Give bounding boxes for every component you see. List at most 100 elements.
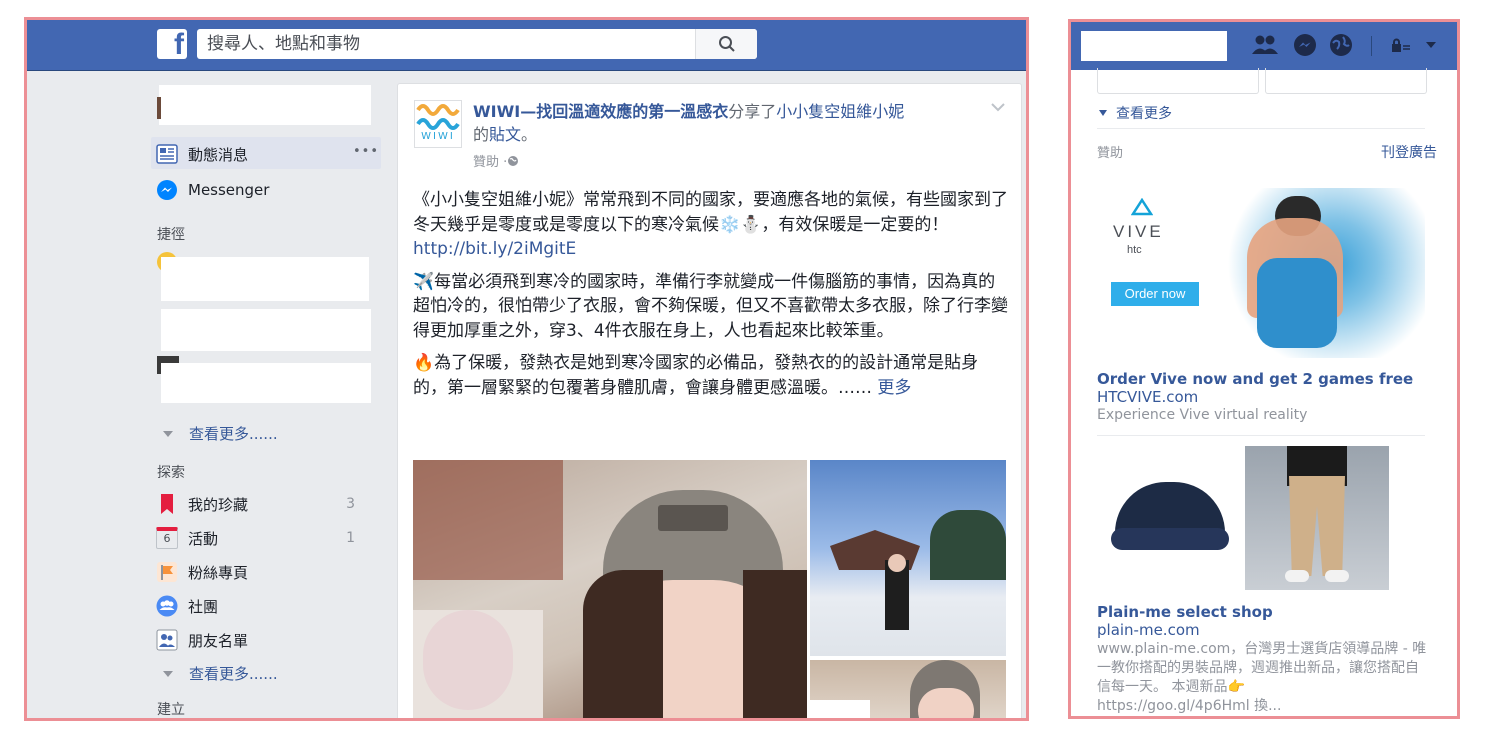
suggestion-card[interactable]: [1265, 68, 1427, 94]
post-side-photo-2[interactable]: [810, 660, 1006, 718]
sidebar-item-news-feed[interactable]: 動態消息: [155, 138, 248, 170]
chevron-down-icon: [163, 670, 173, 677]
beanie-product-image[interactable]: [1097, 446, 1247, 590]
top-navigation-bar: f: [27, 20, 1026, 71]
create-ad-link[interactable]: 刊登廣告: [1381, 142, 1437, 162]
ad-title[interactable]: Plain-me select shop: [1097, 603, 1427, 621]
htc-brand: htc: [1127, 244, 1142, 256]
sidebar-item-label: 朋友名單: [188, 631, 249, 650]
sidebar-item-events[interactable]: 6 活動 1: [155, 522, 375, 554]
ad-link[interactable]: https://goo.gl/4p6Hml 換...: [1097, 697, 1427, 716]
divider: [1097, 128, 1425, 129]
plain-me-ad-text[interactable]: Plain-me select shop plain-me.com www.pl…: [1097, 603, 1427, 716]
search-button[interactable]: [695, 29, 757, 59]
groups-icon: [155, 594, 179, 618]
news-feed-icon: [155, 142, 179, 166]
sidebar-item-messenger[interactable]: Messenger: [155, 174, 269, 206]
post-paragraph: 🔥為了保暖，發熱衣是她到寒冷國家的必備品，發熱衣的的設計通常是貼身的，第一層緊緊…: [413, 351, 1008, 400]
vive-ad-text[interactable]: Order Vive now and get 2 games free HTCV…: [1097, 370, 1427, 425]
see-more-explore-link[interactable]: 查看更多......: [163, 663, 278, 684]
shortcut-redacted[interactable]: [161, 309, 371, 351]
ad-description: www.plain-me.com，台灣男士選貨店領導品牌 - 唯一教你搭配的男裝…: [1097, 641, 1427, 695]
see-more-shortcuts-link[interactable]: 查看更多......: [163, 423, 278, 444]
item-count: 3: [346, 496, 355, 512]
divider: [1371, 36, 1372, 56]
post-link[interactable]: 貼文: [489, 125, 521, 144]
more-options-icon[interactable]: •••: [353, 144, 379, 159]
post-paragraph-text: 《小小隻空姐維小妮》常常飛到不同的國家，要適應各地的氣候，有些國家到了冬天幾乎是…: [413, 190, 1008, 235]
page-avatar[interactable]: WIWI: [414, 100, 462, 148]
avatar: [157, 97, 161, 119]
profile-name-redacted: [159, 85, 371, 125]
sponsored-heading: 贊助: [1097, 146, 1124, 161]
post-url-link[interactable]: http://bit.ly/2iMgitE: [413, 239, 576, 259]
wiwi-logo-icon: [416, 104, 460, 130]
sidebar-item-label: 粉絲專頁: [188, 563, 249, 582]
explore-heading: 探索: [157, 465, 185, 481]
bookmark-icon: [155, 492, 179, 516]
post-meta: 贊助 ·: [473, 151, 519, 170]
globe-icon: [508, 155, 519, 166]
chevron-down-icon: [1099, 110, 1107, 116]
facebook-main-window: f 動態消息 ••• Messenger 捷徑 查看更多...: [24, 17, 1029, 721]
calendar-day: 6: [156, 527, 178, 549]
sidebar-item-saved[interactable]: 我的珍藏 3: [155, 488, 375, 520]
sidebar-item-friend-lists[interactable]: 朋友名單: [155, 624, 248, 656]
ad-domain[interactable]: HTCVIVE.com: [1097, 388, 1427, 406]
shared-text: 分享了: [728, 102, 777, 121]
sponsored-label[interactable]: 贊助 ·: [473, 151, 507, 170]
right-sidebar: 查看更多 贊助 刊登廣告 VIVE htc Order now Order Vi…: [1071, 68, 1457, 716]
pants-product-image[interactable]: [1245, 446, 1389, 590]
shortcut-redacted[interactable]: [161, 257, 369, 301]
messenger-icon: [155, 178, 179, 202]
ad-domain[interactable]: plain-me.com: [1097, 621, 1427, 639]
create-heading: 建立: [157, 702, 185, 718]
item-count: 1: [346, 530, 355, 546]
post-paragraph: 《小小隻空姐維小妮》常常飛到不同的國家，要適應各地的氣候，有些國家到了冬天幾乎是…: [413, 188, 1008, 262]
shortcuts-heading: 捷徑: [157, 227, 185, 243]
sidebar-item-label: 我的珍藏: [188, 495, 249, 514]
privacy-shortcuts-icon[interactable]: [1391, 38, 1411, 54]
see-more-link[interactable]: 更多: [877, 378, 911, 398]
post-main-photo[interactable]: [413, 460, 807, 718]
left-sidebar: 動態消息 ••• Messenger 捷徑 查看更多...... 探索 我的珍藏…: [27, 71, 393, 718]
post-paragraph: ✈️每當必須飛到寒冷的國家時，準備行李就變成一件傷腦筋的事情，因為真的超怕冷的，…: [413, 271, 1008, 341]
account-menu-chevron-down-icon[interactable]: [1425, 41, 1437, 49]
search-icon: [718, 36, 735, 52]
profile-name-redacted[interactable]: [1081, 31, 1227, 61]
facebook-logo-icon[interactable]: f: [157, 28, 187, 61]
order-now-button[interactable]: Order now: [1111, 282, 1199, 306]
calendar-icon: 6: [155, 526, 179, 550]
shortcut-redacted[interactable]: [161, 363, 371, 403]
period-text: 。: [521, 125, 538, 144]
right-top-bar: [1071, 22, 1457, 70]
post-header: WIWI—找回溫適效應的第一溫感衣分享了小小隻空姐維小妮的貼文。: [473, 100, 993, 146]
facebook-logo-letter: f: [174, 28, 184, 61]
sidebar-item-groups[interactable]: 社團: [155, 590, 218, 622]
see-more-link[interactable]: 查看更多: [1099, 103, 1172, 123]
flag-icon: [155, 560, 179, 584]
see-more-label: 查看更多......: [189, 665, 278, 683]
vive-brand: VIVE: [1113, 222, 1164, 241]
sidebar-item-pages[interactable]: 粉絲專頁: [155, 556, 248, 588]
friend-requests-icon[interactable]: [1251, 34, 1279, 56]
messenger-icon[interactable]: [1293, 33, 1317, 57]
ad-title[interactable]: Order Vive now and get 2 games free: [1097, 370, 1427, 388]
sidebar-item-label: Messenger: [188, 181, 270, 199]
see-more-label: 查看更多......: [189, 425, 278, 443]
post-side-photo-1[interactable]: [810, 460, 1006, 656]
notifications-globe-icon[interactable]: [1329, 33, 1353, 57]
sidebar-item-label: 動態消息: [188, 145, 249, 164]
logo-text: WIWI: [421, 131, 455, 142]
suggestion-card[interactable]: [1097, 68, 1259, 94]
ad-description: Experience Vive virtual reality: [1097, 407, 1308, 423]
page-name-link[interactable]: WIWI—找回溫適效應的第一溫感衣: [473, 102, 728, 121]
search-input[interactable]: [197, 29, 695, 59]
vive-ad-image[interactable]: VIVE htc Order now: [1097, 178, 1425, 358]
possessive-text: 的: [473, 125, 490, 144]
divider: [1097, 435, 1425, 436]
sidebar-item-label: 活動: [188, 529, 219, 548]
original-author-link[interactable]: 小小隻空姐維小妮: [776, 102, 904, 121]
sponsored-post: WIWI WIWI—找回溫適效應的第一溫感衣分享了小小隻空姐維小妮的貼文。 贊助…: [397, 83, 1022, 718]
post-options-chevron-icon[interactable]: [991, 100, 1005, 116]
